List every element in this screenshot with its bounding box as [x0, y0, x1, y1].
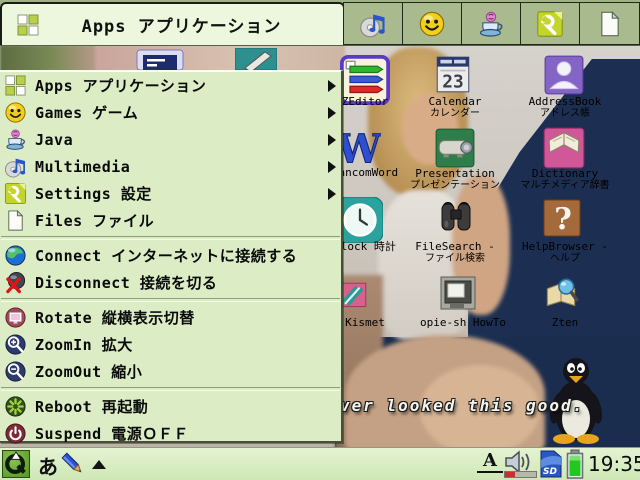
java-cup-icon	[4, 128, 27, 151]
document-icon	[596, 10, 624, 38]
desktop-icon-presentation[interactable]	[434, 127, 476, 169]
hidden-icon-fragment	[135, 48, 185, 70]
tab-multimedia[interactable]	[343, 2, 403, 45]
menu-item-settings[interactable]: Settings 設定	[0, 180, 341, 207]
tab-games[interactable]	[402, 2, 462, 45]
zoom-in-icon	[4, 333, 27, 356]
submenu-arrow-icon	[328, 188, 336, 200]
menu-item-apps[interactable]: Apps アプリケーション	[0, 72, 341, 99]
submenu-arrow-icon	[328, 80, 336, 92]
desktop-label-dictionary[interactable]: Dictionaryマルチメディア辞書	[509, 168, 621, 192]
taskbar: あ A SD 19:35	[0, 447, 640, 480]
wrench-icon	[4, 182, 27, 205]
menu-item-reboot[interactable]: Reboot 再起動	[0, 393, 341, 420]
music-note-cd-icon	[359, 10, 387, 38]
q-menu-button[interactable]	[2, 450, 30, 478]
desktop-icon-opie-sh-howto[interactable]	[438, 274, 478, 314]
desktop-icon-dictionary[interactable]	[542, 126, 586, 170]
hidden-icon-fragment	[235, 48, 277, 70]
volume-level-fill	[505, 472, 515, 477]
desktop-icon-clock[interactable]	[337, 197, 383, 243]
wrench-icon	[536, 10, 564, 38]
apps-grid-icon	[16, 13, 40, 37]
menu-item-zoomout[interactable]: ZoomOut 縮小	[0, 358, 341, 385]
smiley-icon	[418, 10, 446, 38]
desktop-icon-zten[interactable]	[540, 273, 582, 315]
menu-separator	[1, 236, 340, 240]
document-icon	[4, 209, 27, 232]
menu-separator	[1, 298, 340, 302]
taskbar-clock[interactable]: 19:35	[588, 452, 640, 476]
volume-speaker-icon[interactable]	[504, 450, 534, 470]
volume-level-bar	[504, 471, 537, 478]
menu-item-multimedia[interactable]: Multimedia	[0, 153, 341, 180]
desktop-icon-calendar[interactable]: 23	[432, 54, 474, 96]
menu-item-rotate[interactable]: Rotate 縦横表示切替	[0, 304, 341, 331]
pda-screen: ver looked this good. ZEditor W HancomWo…	[0, 0, 640, 480]
music-note-cd-icon	[4, 155, 27, 178]
menu-item-connect[interactable]: Connect インターネットに接続する	[0, 242, 341, 269]
desktop-label-presentation[interactable]: Presentationプレゼンテーション	[405, 168, 505, 192]
submenu-arrow-icon	[328, 161, 336, 173]
reboot-icon	[4, 395, 27, 418]
desktop-icon-hancomword[interactable]: W	[337, 126, 381, 170]
java-cup-icon	[477, 10, 505, 38]
rotate-screen-icon	[4, 306, 27, 329]
q-menu: Apps アプリケーション Games ゲーム Java Multimedia …	[0, 70, 343, 443]
sd-card-icon[interactable]: SD	[538, 450, 562, 478]
tab-apps-active[interactable]: Apps アプリケーション	[0, 2, 345, 45]
desktop-label-filesearch[interactable]: FileSearch -ファイル検索	[405, 241, 505, 265]
menu-item-disconnect[interactable]: Disconnect 接続を切る	[0, 269, 341, 296]
menu-separator	[1, 387, 340, 391]
menu-item-files[interactable]: Files ファイル	[0, 207, 341, 234]
desktop-icon-addressbook[interactable]	[543, 54, 585, 96]
svg-text:SD: SD	[543, 467, 557, 477]
input-method-indicator[interactable]: あ	[38, 451, 58, 480]
wallpaper-foliage	[0, 45, 95, 73]
desktop-label-calendar[interactable]: Calendarカレンダー	[405, 96, 505, 120]
globe-icon	[4, 244, 27, 267]
desktop-icon-helpbrowser[interactable]: ?	[542, 198, 582, 238]
desktop-label-zten[interactable]: Zten	[515, 317, 615, 329]
tab-documents[interactable]	[579, 2, 640, 45]
svg-text:W: W	[337, 126, 381, 170]
wallpaper-caption: ver looked this good.	[340, 396, 584, 415]
page-title: Apps アプリケーション	[40, 12, 343, 37]
submenu-arrow-icon	[328, 107, 336, 119]
font-indicator[interactable]: A	[477, 451, 503, 473]
tab-settings[interactable]	[520, 2, 580, 45]
menu-item-java[interactable]: Java	[0, 126, 341, 153]
menu-item-suspend[interactable]: Suspend 電源ＯＦＦ	[0, 420, 341, 447]
desktop-label-opie-sh-howto[interactable]: opie-sh HowTo	[405, 317, 521, 329]
taskbar-up-arrow-icon[interactable]	[92, 460, 106, 469]
desktop-label-addressbook[interactable]: AddressBookアドレス帳	[515, 96, 615, 120]
apps-grid-icon	[4, 74, 27, 97]
pencil-input-icon[interactable]	[60, 451, 86, 477]
q-logo-icon	[3, 451, 29, 477]
desktop-icon-filesearch[interactable]	[436, 198, 476, 238]
desktop-label-helpbrowser[interactable]: HelpBrowser -ヘルプ	[515, 241, 615, 265]
submenu-arrow-icon	[328, 134, 336, 146]
menu-item-zoomin[interactable]: ZoomIn 拡大	[0, 331, 341, 358]
wallpaper-blur	[90, 45, 345, 73]
tab-java[interactable]	[461, 2, 521, 45]
power-icon	[4, 422, 27, 445]
battery-icon[interactable]	[565, 449, 585, 479]
svg-text:?: ?	[554, 202, 572, 237]
smiley-icon	[4, 101, 27, 124]
svg-text:23: 23	[442, 72, 463, 93]
zoom-out-icon	[4, 360, 27, 383]
globe-disconnect-icon	[4, 271, 27, 294]
tab-bar: Apps アプリケーション	[0, 0, 640, 46]
menu-item-games[interactable]: Games ゲーム	[0, 99, 341, 126]
